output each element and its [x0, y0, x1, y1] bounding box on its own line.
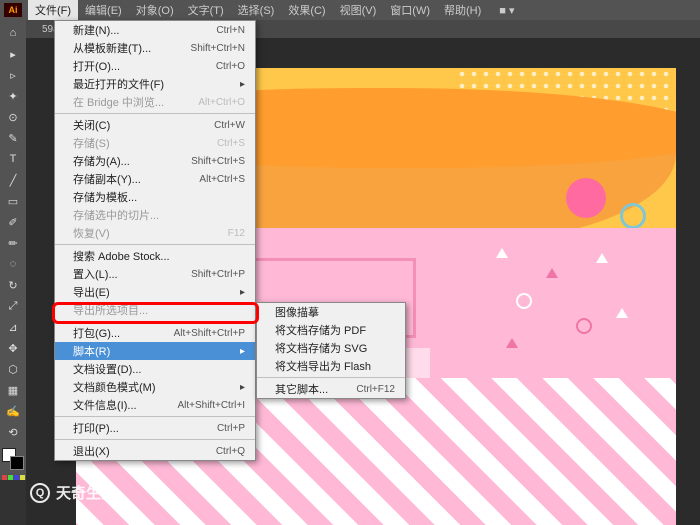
tool-eyedrop-icon[interactable]: ✍: [3, 402, 23, 420]
mi-place[interactable]: 置入(L)...Shift+Ctrl+P: [55, 265, 255, 283]
mi-print[interactable]: 打印(P)...Ctrl+P: [55, 419, 255, 437]
watermark-text: 天奇生活: [56, 482, 116, 503]
tool-scale-icon[interactable]: ⤢: [3, 297, 23, 315]
mi-adobestock[interactable]: 搜索 Adobe Stock...: [55, 247, 255, 265]
smi-savesvg[interactable]: 将文档存储为 SVG: [257, 339, 405, 357]
tool-blend-icon[interactable]: ⟲: [3, 423, 23, 441]
smi-exportflash[interactable]: 将文档导出为 Flash: [257, 357, 405, 375]
tool-rotate-icon[interactable]: ↻: [3, 276, 23, 294]
mi-recent[interactable]: 最近打开的文件(F): [55, 75, 255, 93]
mi-fileinfo[interactable]: 文件信息(I)...Alt+Shift+Ctrl+I: [55, 396, 255, 414]
mi-savecopy[interactable]: 存储副本(Y)...Alt+Ctrl+S: [55, 170, 255, 188]
tool-eraser-icon[interactable]: ◌: [3, 255, 23, 273]
tool-width-icon[interactable]: ⊿: [3, 318, 23, 336]
menu-object[interactable]: 对象(O): [129, 0, 181, 20]
tool-pencil-icon[interactable]: ✏: [3, 234, 23, 252]
mi-docsetup[interactable]: 文档设置(D)...: [55, 360, 255, 378]
mi-exit[interactable]: 退出(X)Ctrl+Q: [55, 442, 255, 460]
mi-export[interactable]: 导出(E): [55, 283, 255, 301]
menu-edit[interactable]: 编辑(E): [78, 0, 129, 20]
mi-package[interactable]: 打包(G)...Alt+Shift+Ctrl+P: [55, 324, 255, 342]
mi-colormode[interactable]: 文档颜色模式(M): [55, 378, 255, 396]
mi-new[interactable]: 新建(N)...Ctrl+N: [55, 21, 255, 39]
watermark-icon: Q: [30, 483, 50, 503]
tool-lasso-icon[interactable]: ⊙: [3, 108, 23, 126]
mi-exportsel: 导出所选项目...: [55, 301, 255, 319]
smi-other[interactable]: 其它脚本...Ctrl+F12: [257, 380, 405, 398]
menu-view[interactable]: 视图(V): [333, 0, 384, 20]
smi-savepdf[interactable]: 将文档存储为 PDF: [257, 321, 405, 339]
tool-brush-icon[interactable]: ✐: [3, 213, 23, 231]
menu-help[interactable]: 帮助(H): [437, 0, 488, 20]
mi-bridge: 在 Bridge 中浏览...Alt+Ctrl+O: [55, 93, 255, 111]
menu-type[interactable]: 文字(T): [181, 0, 231, 20]
app-logo: Ai: [4, 3, 22, 17]
tool-home-icon[interactable]: ⌂: [3, 24, 23, 42]
mi-revert: 恢复(V)F12: [55, 224, 255, 242]
smi-trace[interactable]: 图像描摹: [257, 303, 405, 321]
mi-save: 存储(S)Ctrl+S: [55, 134, 255, 152]
mini-swatches: [2, 475, 25, 480]
toolbox: ⌂ ▸ ▹ ✦ ⊙ ✎ T ╱ ▭ ✐ ✏ ◌ ↻ ⤢ ⊿ ✥ ⬡ ▦ ✍ ⟲: [0, 20, 26, 480]
menu-select[interactable]: 选择(S): [231, 0, 282, 20]
tool-rect-icon[interactable]: ▭: [3, 192, 23, 210]
file-menu-dropdown: 新建(N)...Ctrl+N 从模板新建(T)...Shift+Ctrl+N 打…: [54, 20, 256, 461]
menu-window[interactable]: 窗口(W): [383, 0, 437, 20]
menu-effect[interactable]: 效果(C): [281, 0, 332, 20]
mi-saveas[interactable]: 存储为(A)...Shift+Ctrl+S: [55, 152, 255, 170]
tool-free-icon[interactable]: ✥: [3, 339, 23, 357]
tool-type-icon[interactable]: T: [3, 150, 23, 168]
tool-wand-icon[interactable]: ✦: [3, 87, 23, 105]
tool-line-icon[interactable]: ╱: [3, 171, 23, 189]
mi-scripts[interactable]: 脚本(R): [55, 342, 255, 360]
mi-savetemplate[interactable]: 存储为模板...: [55, 188, 255, 206]
menubar: Ai 文件(F) 编辑(E) 对象(O) 文字(T) 选择(S) 效果(C) 视…: [0, 0, 700, 20]
menu-extra[interactable]: ■ ▾: [492, 0, 521, 20]
menu-file[interactable]: 文件(F): [28, 0, 78, 20]
color-swatches[interactable]: [2, 448, 24, 470]
mi-saveslices: 存储选中的切片...: [55, 206, 255, 224]
mi-new-template[interactable]: 从模板新建(T)...Shift+Ctrl+N: [55, 39, 255, 57]
scripts-submenu: 图像描摹 将文档存储为 PDF 将文档存储为 SVG 将文档导出为 Flash …: [256, 302, 406, 399]
tool-select-icon[interactable]: ▸: [3, 45, 23, 63]
tool-pen-icon[interactable]: ✎: [3, 129, 23, 147]
tool-gradient-icon[interactable]: ▦: [3, 381, 23, 399]
watermark: Q 天奇生活: [30, 482, 116, 503]
tool-shape-icon[interactable]: ⬡: [3, 360, 23, 378]
mi-open[interactable]: 打开(O)...Ctrl+O: [55, 57, 255, 75]
tool-direct-icon[interactable]: ▹: [3, 66, 23, 84]
background-swatch[interactable]: [10, 456, 24, 470]
mi-close[interactable]: 关闭(C)Ctrl+W: [55, 116, 255, 134]
